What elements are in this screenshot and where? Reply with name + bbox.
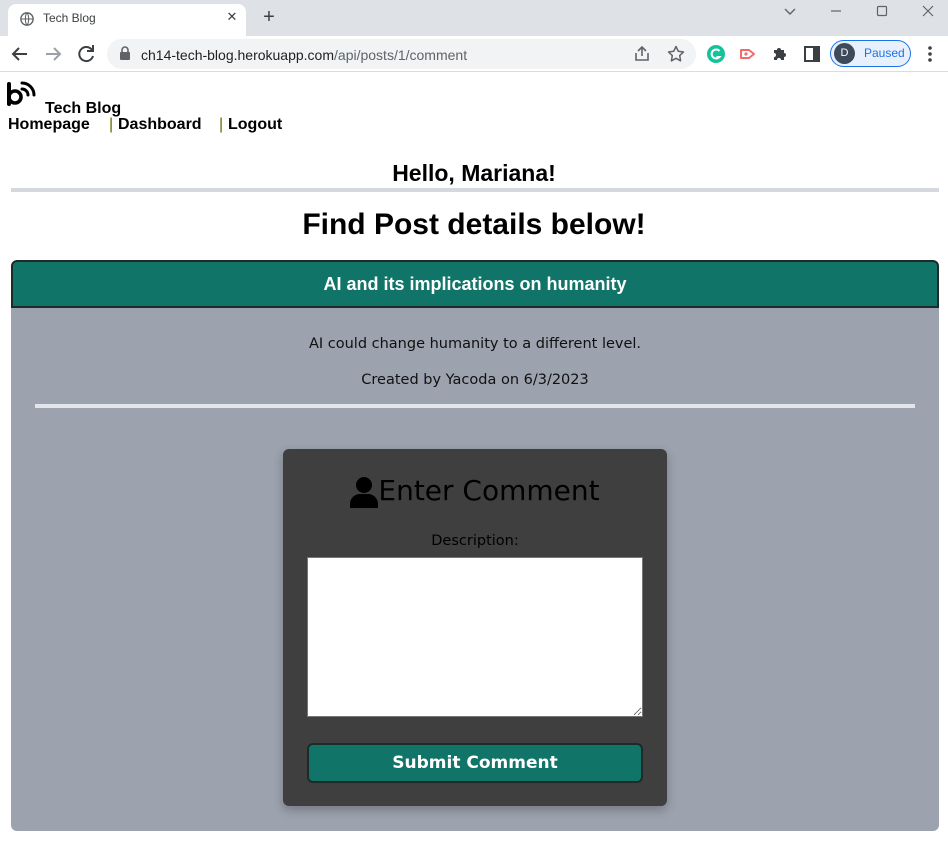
arrow-left-icon	[11, 47, 27, 61]
browser-tab-strip: Tech Blog ✕ +	[0, 0, 948, 36]
submit-comment-button[interactable]: Submit Comment	[307, 743, 643, 783]
maximize-icon	[876, 5, 888, 17]
kebab-menu-icon[interactable]	[920, 44, 940, 64]
post-body: AI could change humanity to a different …	[308, 336, 642, 352]
share-icon[interactable]	[633, 45, 651, 63]
arrow-right-icon	[46, 47, 62, 61]
maximize-button[interactable]	[858, 0, 904, 32]
nav-dashboard-link[interactable]: Dashboard	[118, 116, 202, 134]
divider	[35, 404, 915, 408]
blog-rss-logo	[7, 81, 36, 106]
comment-form-heading: Enter Comment	[283, 473, 667, 513]
browser-tab-active[interactable]: Tech Blog ✕	[8, 4, 246, 36]
description-label: Description:	[431, 533, 519, 549]
chevron-down-icon	[784, 8, 796, 15]
nav-separator: |	[219, 116, 224, 133]
lock-icon[interactable]	[119, 46, 131, 61]
nav-homepage-link[interactable]: Homepage	[8, 116, 90, 134]
post-card: AI and its implications on humanity AI c…	[11, 260, 939, 831]
page-viewport: Tech Blog Homepage | Dashboard | Logout …	[0, 72, 948, 844]
forward-button[interactable]	[41, 42, 65, 66]
reload-button[interactable]	[74, 42, 98, 66]
nav-logout-link[interactable]: Logout	[228, 116, 282, 134]
minimize-icon	[831, 10, 841, 12]
cast-extension-icon[interactable]	[738, 44, 758, 64]
post-header: AI and its implications on humanity	[11, 260, 939, 308]
profile-status: Paused	[864, 46, 905, 60]
divider	[11, 188, 939, 192]
new-tab-button[interactable]: +	[258, 6, 280, 28]
post-title: AI and its implications on humanity	[323, 274, 627, 294]
close-window-button[interactable]	[904, 0, 948, 32]
reload-icon	[78, 45, 94, 63]
nav-separator: |	[109, 116, 114, 133]
url-path: /api/posts/1/comment	[334, 47, 468, 63]
user-icon	[350, 477, 379, 508]
close-icon	[922, 5, 934, 17]
address-bar[interactable]: ch14-tech-blog.herokuapp.com/api/posts/1…	[107, 39, 696, 69]
tab-title: Tech Blog	[43, 11, 96, 25]
side-panel-icon[interactable]	[802, 44, 822, 64]
comment-form: Enter Comment Description: Submit Commen…	[283, 449, 667, 806]
comment-form-title: Enter Comment	[378, 474, 600, 507]
back-button[interactable]	[8, 42, 32, 66]
tab-search-button[interactable]	[766, 0, 812, 32]
page-title: Find Post details below!	[302, 208, 646, 241]
user-greeting: Hello, Mariana!	[392, 160, 556, 186]
url-text: ch14-tech-blog.herokuapp.com/api/posts/1…	[141, 47, 467, 63]
url-host: ch14-tech-blog.herokuapp.com	[141, 47, 335, 63]
globe-icon	[20, 12, 34, 26]
profile-button[interactable]: D Paused	[830, 40, 911, 67]
browser-toolbar: ch14-tech-blog.herokuapp.com/api/posts/1…	[0, 36, 948, 72]
avatar: D	[834, 43, 855, 64]
grammarly-icon[interactable]	[706, 44, 726, 64]
description-textarea[interactable]	[307, 557, 643, 717]
post-meta: Created by Yacoda on 6/3/2023	[361, 372, 589, 388]
puzzle-icon[interactable]	[770, 44, 790, 64]
star-icon[interactable]	[667, 45, 685, 63]
minimize-button[interactable]	[812, 0, 858, 32]
tab-close-icon[interactable]: ✕	[224, 9, 240, 25]
